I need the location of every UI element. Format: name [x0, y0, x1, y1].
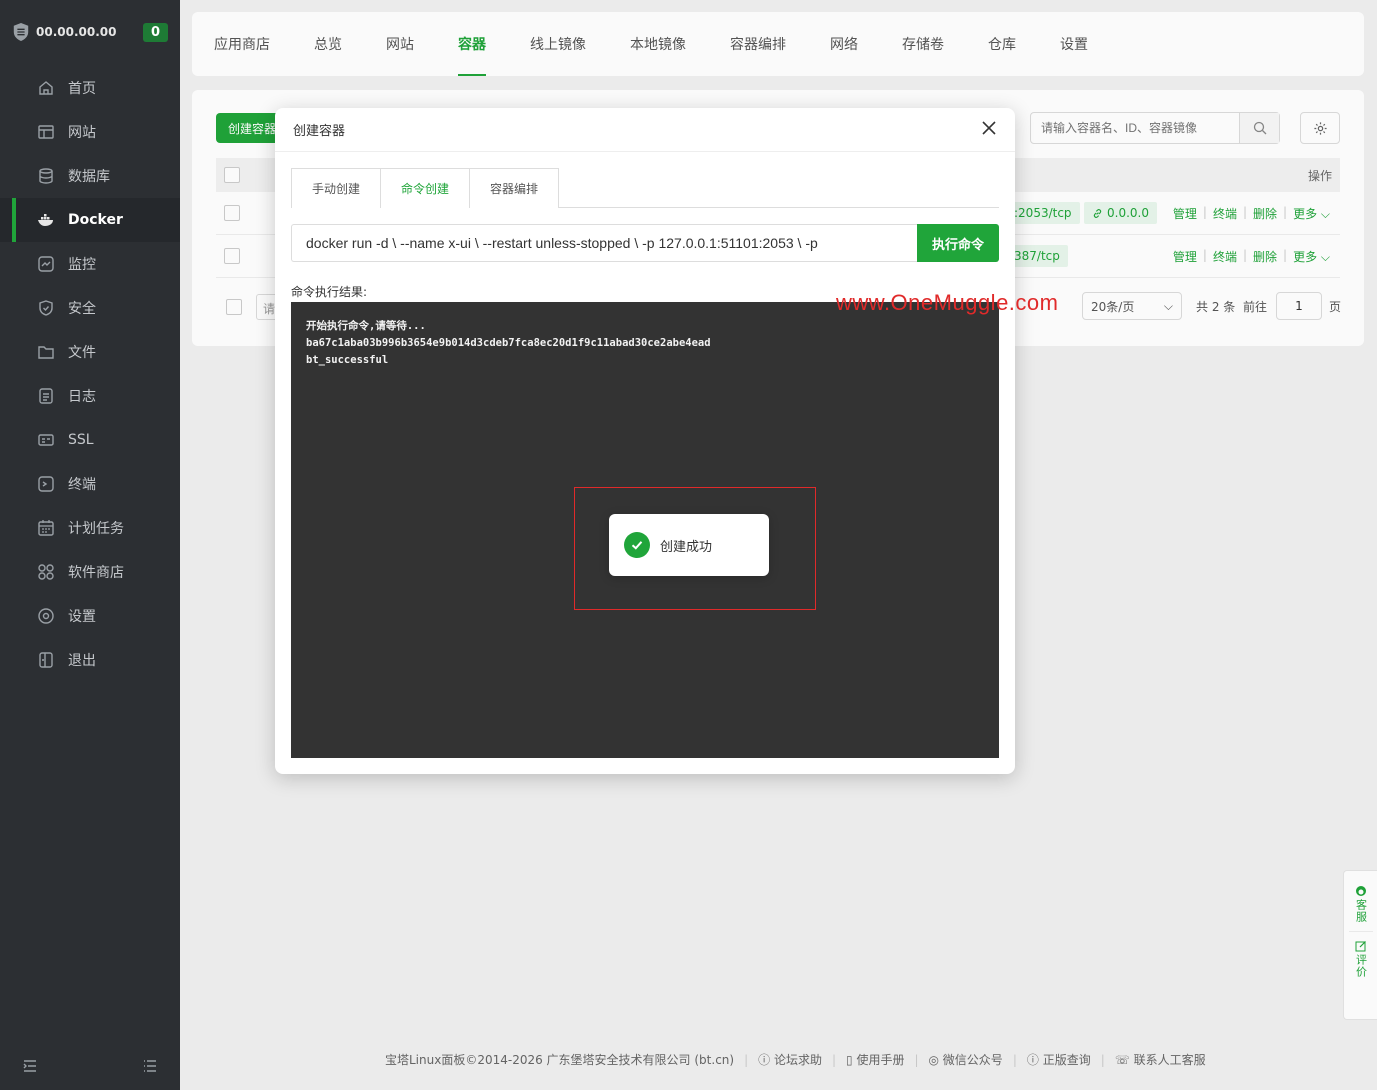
sidebar-item-label: 设置	[68, 609, 96, 625]
sidebar-item-label: Docker	[68, 212, 123, 228]
sidebar-item-label: 文件	[68, 345, 96, 361]
sidebar-item-1[interactable]: 首页	[0, 66, 180, 110]
sidebar-item-14[interactable]: 退出	[0, 638, 180, 682]
sidebar-header: 00.00.00.00 0	[0, 0, 180, 64]
sidebar: 00.00.00.00 0 首页网站数据库 Docker 监控安全文件日志 SSL 终端…	[0, 0, 180, 1090]
success-toast: 创建成功	[609, 514, 769, 576]
sidebar-item-9[interactable]: SSL	[0, 418, 180, 462]
tab-command-create[interactable]: 命令创建	[380, 168, 470, 209]
calendar-icon	[36, 518, 56, 538]
ssl-icon	[36, 430, 56, 450]
command-row: docker run -d \ --name x-ui \ --restart …	[291, 224, 999, 262]
tab-manual-create[interactable]: 手动创建	[291, 168, 381, 208]
watermark: www.OneMuggle.com	[836, 290, 1059, 315]
sidebar-item-13[interactable]: 设置	[0, 594, 180, 638]
run-command-button[interactable]: 执行命令	[917, 224, 999, 262]
alert-count-badge[interactable]: 0	[142, 22, 168, 42]
console-line: bt_successful	[306, 354, 389, 366]
sidebar-item-label: SSL	[68, 432, 94, 448]
sidebar-item-label: 计划任务	[68, 521, 124, 537]
console-line: ba67c1aba03b996b3654e9b014d3cdeb7fca8ec2…	[306, 337, 711, 349]
terminal-icon	[36, 474, 56, 494]
sidebar-item-label: 数据库	[68, 169, 110, 185]
tab-compose[interactable]: 容器编排	[469, 168, 559, 208]
sidebar-item-label: 首页	[68, 81, 96, 97]
sidebar-footer	[0, 1058, 180, 1074]
dialog-title: 创建容器	[293, 124, 346, 139]
server-shield-icon	[13, 23, 29, 41]
sidebar-item-label: 终端	[68, 477, 96, 493]
monitor-icon	[36, 254, 56, 274]
database-icon	[36, 166, 56, 186]
website-icon	[36, 122, 56, 142]
home-icon	[36, 78, 56, 98]
sidebar-item-label: 安全	[68, 301, 96, 317]
sidebar-item-10[interactable]: 终端	[0, 462, 180, 506]
sidebar-nav: 首页网站数据库 Docker 监控安全文件日志 SSL 终端计划任务软件商店设置退出	[0, 66, 180, 682]
sidebar-item-5[interactable]: 监控	[0, 242, 180, 286]
sidebar-item-label: 退出	[68, 653, 96, 669]
server-ip[interactable]: 00.00.00.00	[36, 25, 143, 39]
shield-icon	[36, 298, 56, 318]
result-label: 命令执行结果:	[291, 285, 368, 299]
close-icon[interactable]	[981, 120, 997, 140]
collapse-sidebar-icon[interactable]	[22, 1058, 38, 1074]
create-container-dialog: 创建容器 手动创建 命令创建 容器编排 docker run -d \ --na…	[275, 108, 1015, 774]
logout-icon	[36, 650, 56, 670]
folder-icon	[36, 342, 56, 362]
sidebar-item-7[interactable]: 文件	[0, 330, 180, 374]
dialog-header: 创建容器	[275, 108, 1015, 152]
sidebar-item-label: 监控	[68, 257, 96, 273]
sidebar-item-label: 网站	[68, 125, 96, 141]
sidebar-item-6[interactable]: 安全	[0, 286, 180, 330]
menu-list-icon[interactable]	[142, 1058, 158, 1074]
check-circle-icon	[624, 532, 650, 558]
sidebar-item-4[interactable]: Docker	[0, 198, 180, 242]
sidebar-item-12[interactable]: 软件商店	[0, 550, 180, 594]
dialog-tabs: 手动创建 命令创建 容器编排	[291, 168, 999, 209]
toast-message: 创建成功	[660, 539, 713, 555]
apps-icon	[36, 562, 56, 582]
sidebar-item-11[interactable]: 计划任务	[0, 506, 180, 550]
sidebar-item-label: 日志	[68, 389, 96, 405]
sidebar-item-label: 软件商店	[68, 565, 124, 581]
log-icon	[36, 386, 56, 406]
command-input[interactable]: docker run -d \ --name x-ui \ --restart …	[291, 224, 917, 262]
sidebar-item-8[interactable]: 日志	[0, 374, 180, 418]
docker-icon	[36, 210, 56, 230]
settings-icon	[36, 606, 56, 626]
console-line: 开始执行命令,请等待...	[306, 320, 426, 332]
sidebar-item-2[interactable]: 网站	[0, 110, 180, 154]
sidebar-item-3[interactable]: 数据库	[0, 154, 180, 198]
